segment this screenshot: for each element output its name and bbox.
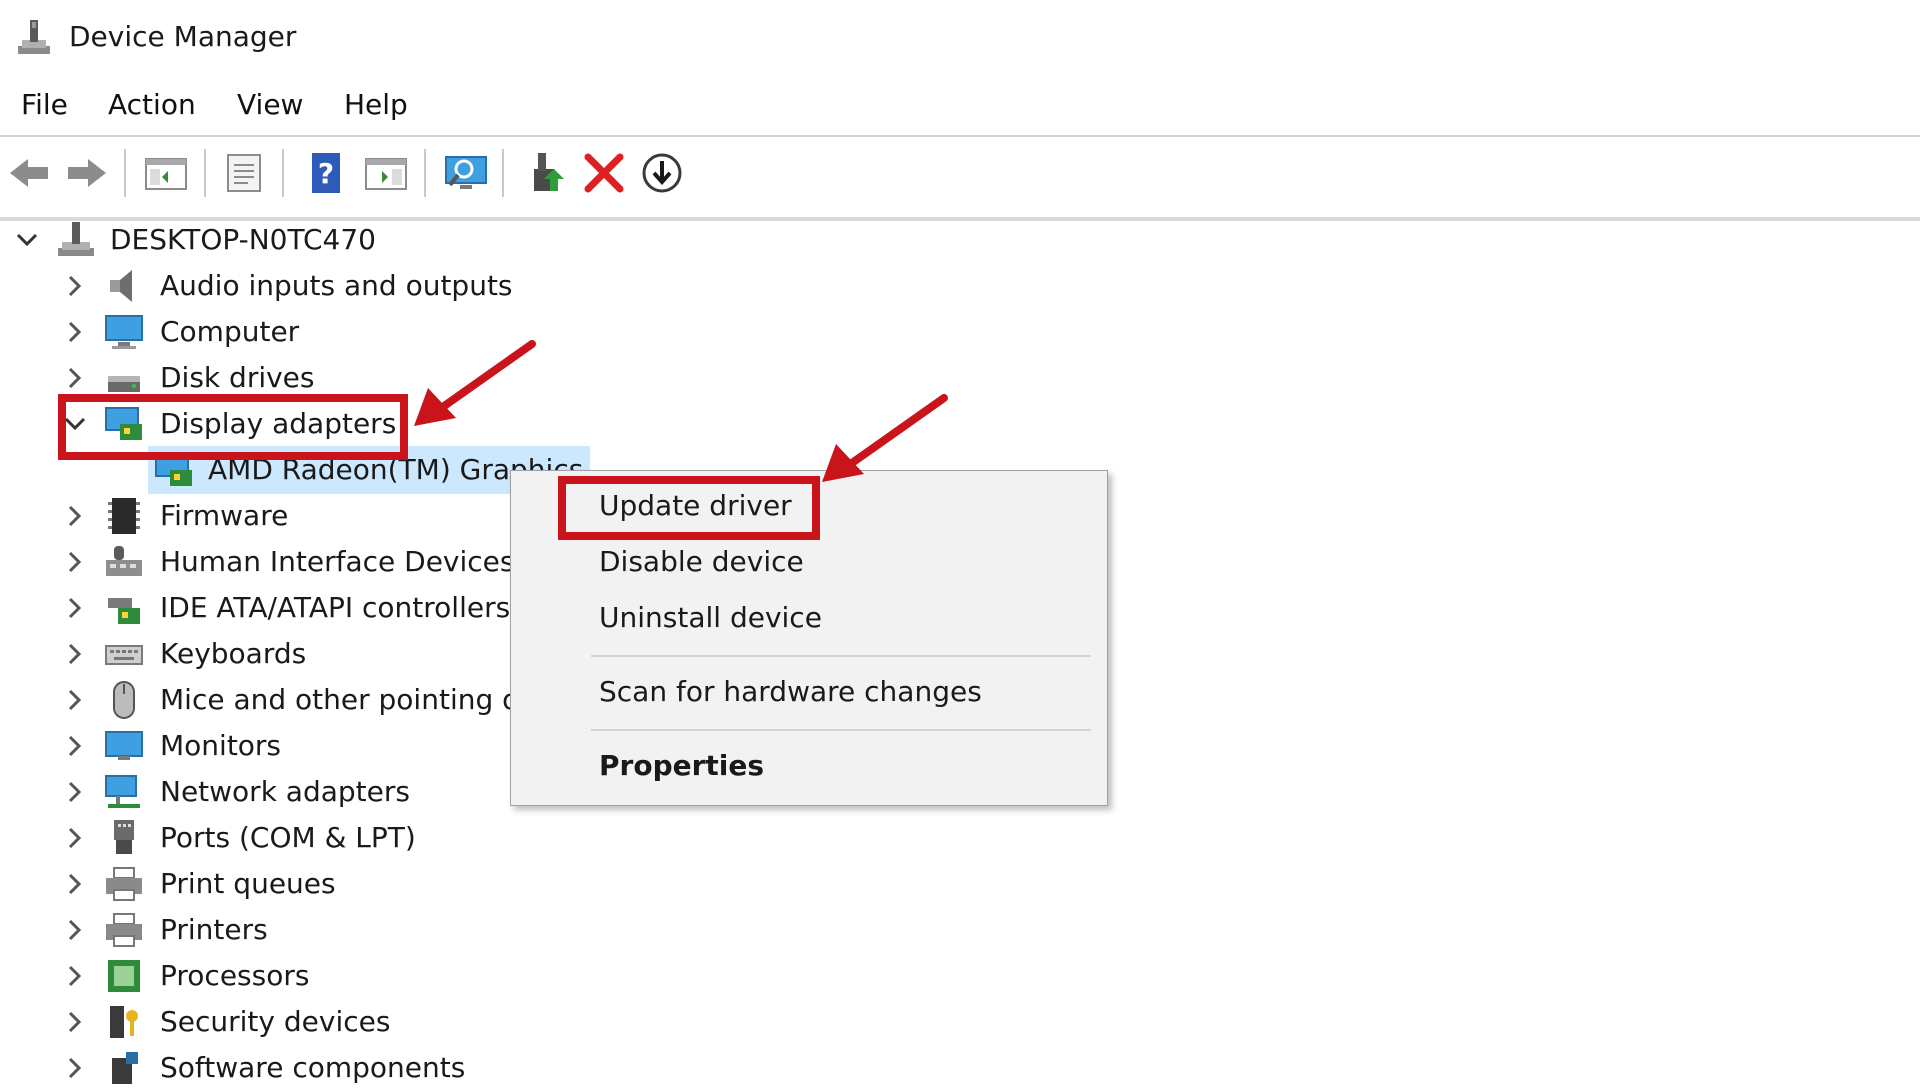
- annotation-arrow-icon: [822, 394, 948, 482]
- chevron-right-icon[interactable]: [60, 593, 90, 623]
- chevron-right-icon[interactable]: [60, 915, 90, 945]
- toolbar-separator: [204, 149, 206, 197]
- help-icon[interactable]: ?: [302, 149, 350, 197]
- tree-item-label: IDE ATA/ATAPI controllers: [160, 591, 511, 624]
- window-title: Device Manager: [69, 20, 297, 53]
- context-item-disable-device[interactable]: Disable device: [599, 545, 804, 578]
- tree-item-label: Computer: [160, 315, 300, 348]
- tree-item-label: Processors: [160, 959, 310, 992]
- tree-root-label: DESKTOP-N0TC470: [110, 223, 376, 256]
- tree-item-processors[interactable]: Processors: [0, 953, 1200, 999]
- tree-item-label: Monitors: [160, 729, 282, 762]
- printer-icon: [106, 867, 142, 901]
- chevron-right-icon[interactable]: [60, 1053, 90, 1083]
- network-adapter-icon: [105, 775, 140, 808]
- context-separator: [591, 729, 1091, 731]
- properties-icon[interactable]: [220, 149, 268, 197]
- title-bar: Device Manager: [0, 0, 1920, 76]
- tree-item-audio[interactable]: Audio inputs and outputs: [0, 263, 1200, 309]
- context-item-uninstall-device[interactable]: Uninstall device: [599, 601, 822, 634]
- chevron-right-icon[interactable]: [60, 363, 90, 393]
- context-item-scan-hardware-changes[interactable]: Scan for hardware changes: [599, 675, 982, 708]
- ide-controller-icon: [108, 598, 140, 624]
- security-device-icon: [110, 1006, 138, 1038]
- chevron-right-icon[interactable]: [60, 869, 90, 899]
- toolbar: ?: [0, 135, 1920, 221]
- chevron-down-icon[interactable]: [12, 225, 42, 255]
- disable-device-icon[interactable]: [638, 149, 686, 197]
- back-icon[interactable]: [6, 149, 54, 197]
- menu-view[interactable]: View: [237, 88, 303, 121]
- chevron-right-icon[interactable]: [60, 1007, 90, 1037]
- annotation-box-display-adapters: [58, 394, 408, 460]
- chevron-right-icon[interactable]: [60, 777, 90, 807]
- tree-root[interactable]: DESKTOP-N0TC470: [0, 217, 1200, 263]
- tree-item-print-queues[interactable]: Print queues: [0, 861, 1200, 907]
- svg-text:?: ?: [318, 157, 334, 190]
- tree-item-label: Ports (COM & LPT): [160, 821, 416, 854]
- chevron-right-icon[interactable]: [60, 639, 90, 669]
- show-hide-console-tree-icon[interactable]: [142, 149, 190, 197]
- menu-file[interactable]: File: [21, 88, 68, 121]
- tree-item-label: Printers: [160, 913, 268, 946]
- chevron-right-icon[interactable]: [60, 547, 90, 577]
- tree-item-label: Firmware: [160, 499, 289, 532]
- tree-item-label: Network adapters: [160, 775, 410, 808]
- tree-item-ports[interactable]: Ports (COM & LPT): [0, 815, 1200, 861]
- disk-drive-icon: [108, 376, 140, 392]
- chevron-right-icon[interactable]: [60, 501, 90, 531]
- update-driver-icon[interactable]: [524, 149, 572, 197]
- menu-help[interactable]: Help: [344, 88, 408, 121]
- chevron-right-icon[interactable]: [60, 823, 90, 853]
- tree-item-label: Software components: [160, 1051, 466, 1084]
- chevron-right-icon[interactable]: [60, 731, 90, 761]
- annotation-arrow-icon: [414, 340, 536, 426]
- tree-item-label: Security devices: [160, 1005, 391, 1038]
- printer-icon: [106, 913, 142, 947]
- tree-item-security-devices[interactable]: Security devices: [0, 999, 1200, 1045]
- show-action-pane-icon[interactable]: [362, 149, 410, 197]
- chevron-right-icon[interactable]: [60, 685, 90, 715]
- toolbar-separator: [282, 149, 284, 197]
- chevron-right-icon[interactable]: [60, 961, 90, 991]
- tree-item-software-components[interactable]: Software components: [0, 1045, 1200, 1091]
- annotation-box-update-driver: [558, 476, 820, 540]
- tree-item-computer[interactable]: Computer: [0, 309, 1200, 355]
- tree-item-label: Print queues: [160, 867, 336, 900]
- tree-item-label: Keyboards: [160, 637, 307, 670]
- hid-icon: [106, 546, 142, 576]
- computer-tower-icon: [58, 222, 94, 256]
- tree-item-label: Audio inputs and outputs: [160, 269, 513, 302]
- chevron-right-icon[interactable]: [60, 271, 90, 301]
- context-item-properties[interactable]: Properties: [599, 749, 764, 782]
- tree-item-printers[interactable]: Printers: [0, 907, 1200, 953]
- speaker-icon: [110, 270, 132, 302]
- menu-action[interactable]: Action: [108, 88, 196, 121]
- monitor-icon: [105, 731, 143, 760]
- keyboard-icon: [105, 645, 143, 665]
- forward-icon[interactable]: [62, 149, 110, 197]
- computer-icon: [105, 315, 143, 349]
- uninstall-icon[interactable]: [580, 149, 628, 197]
- firmware-icon: [108, 498, 140, 534]
- toolbar-separator: [124, 149, 126, 197]
- toolbar-separator: [424, 149, 426, 197]
- tree-item-label: Human Interface Devices: [160, 545, 515, 578]
- menu-bar: File Action View Help: [0, 80, 1920, 134]
- chevron-right-icon[interactable]: [60, 317, 90, 347]
- tree-item-label: Disk drives: [160, 361, 315, 394]
- toolbar-separator: [502, 149, 504, 197]
- scan-hardware-icon[interactable]: [442, 149, 490, 197]
- software-component-icon: [112, 1052, 138, 1084]
- context-separator: [591, 655, 1091, 657]
- processor-icon: [108, 960, 140, 992]
- device-manager-icon: [18, 20, 50, 54]
- port-icon: [114, 820, 134, 854]
- mouse-icon: [113, 681, 135, 719]
